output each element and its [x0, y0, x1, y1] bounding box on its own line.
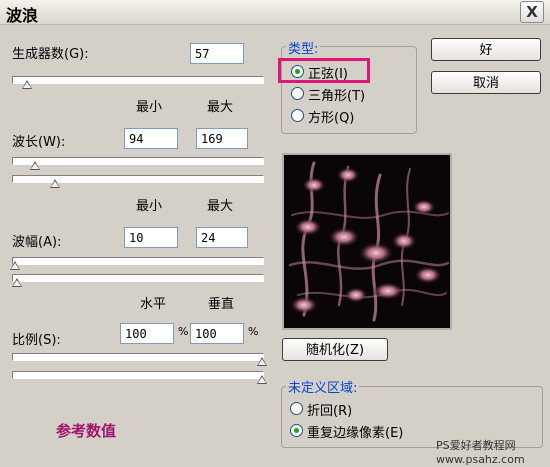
watermark-line1: PS爱好者教程网	[436, 439, 516, 452]
watermark-line2: www.psahz.com	[436, 453, 525, 466]
dialog-body: 生成器数(G): 57 最小 最大 波长(W): 94 169 最小 最大 波幅…	[0, 25, 550, 466]
wavelength-min-slider-thumb[interactable]	[29, 161, 40, 170]
wavelength-label: 波长(W):	[12, 135, 66, 150]
amplitude-max-input[interactable]: 24	[196, 227, 248, 248]
scale-h-slider-thumb[interactable]	[257, 357, 267, 366]
wavelength-max-input[interactable]: 169	[196, 128, 248, 149]
radio-square[interactable]	[291, 109, 304, 122]
amplitude-min-input[interactable]: 10	[124, 227, 178, 248]
generators-input[interactable]: 57	[190, 43, 244, 64]
radio-square-label[interactable]: 方形(Q)	[308, 107, 354, 126]
amplitude-label: 波幅(A):	[12, 235, 62, 250]
radio-wrap-around-label[interactable]: 折回(R)	[307, 400, 352, 419]
scale-h-input[interactable]: 100	[120, 323, 174, 344]
annotation-text: 参考数值	[56, 422, 117, 440]
annotation-highlight-box	[278, 58, 370, 83]
window-title: 波浪	[6, 6, 39, 25]
wavelength-min-input[interactable]: 94	[124, 128, 178, 149]
radio-triangle-label[interactable]: 三角形(T)	[308, 85, 365, 104]
title-bar: 波浪 X	[0, 0, 550, 25]
radio-repeat-edge-pixels-label[interactable]: 重复边缘像素(E)	[307, 422, 403, 441]
amplitude-min-slider-track[interactable]	[12, 257, 264, 265]
amplitude-max-slider-thumb[interactable]	[12, 278, 22, 287]
scale-v-unit: %	[248, 325, 259, 338]
preview-frame	[282, 153, 452, 330]
generators-slider-track[interactable]	[12, 76, 264, 84]
type-group-label: 类型:	[286, 38, 321, 57]
amplitude-min-slider-thumb[interactable]	[9, 261, 20, 270]
radio-wrap-around[interactable]	[290, 402, 303, 415]
close-button[interactable]: X	[520, 1, 544, 23]
scale-v-header: 垂直	[208, 297, 235, 312]
randomize-button[interactable]: 随机化(Z)	[282, 338, 388, 361]
wavelength-max-header: 最大	[207, 100, 234, 115]
scale-h-slider-track[interactable]	[12, 353, 264, 361]
amplitude-max-slider-track[interactable]	[12, 274, 264, 282]
scale-v-slider-thumb[interactable]	[257, 375, 267, 384]
generators-slider-thumb[interactable]	[22, 80, 32, 89]
scale-v-input[interactable]: 100	[190, 323, 244, 344]
scale-h-header: 水平	[140, 297, 167, 312]
scale-label: 比例(S):	[12, 333, 61, 348]
amplitude-max-header: 最大	[207, 199, 234, 214]
radio-repeat-edge-pixels[interactable]	[290, 424, 303, 437]
scale-v-slider-track[interactable]	[12, 371, 264, 379]
radio-triangle[interactable]	[291, 87, 304, 100]
wavelength-max-slider-thumb[interactable]	[49, 179, 60, 188]
ok-button[interactable]: 好	[431, 38, 541, 61]
wave-preview-image	[284, 155, 450, 328]
wavelength-min-header: 最小	[136, 100, 163, 115]
cancel-button[interactable]: 取消	[431, 71, 541, 94]
watermark: PS爱好者教程网 www.psahz.com	[436, 439, 525, 467]
amplitude-min-header: 最小	[136, 199, 163, 214]
close-icon: X	[526, 3, 538, 21]
generators-label: 生成器数(G):	[12, 47, 89, 62]
wavelength-min-slider-track[interactable]	[12, 157, 264, 165]
scale-h-unit: %	[178, 325, 189, 338]
undefined-area-group-label: 未定义区域:	[286, 377, 360, 396]
